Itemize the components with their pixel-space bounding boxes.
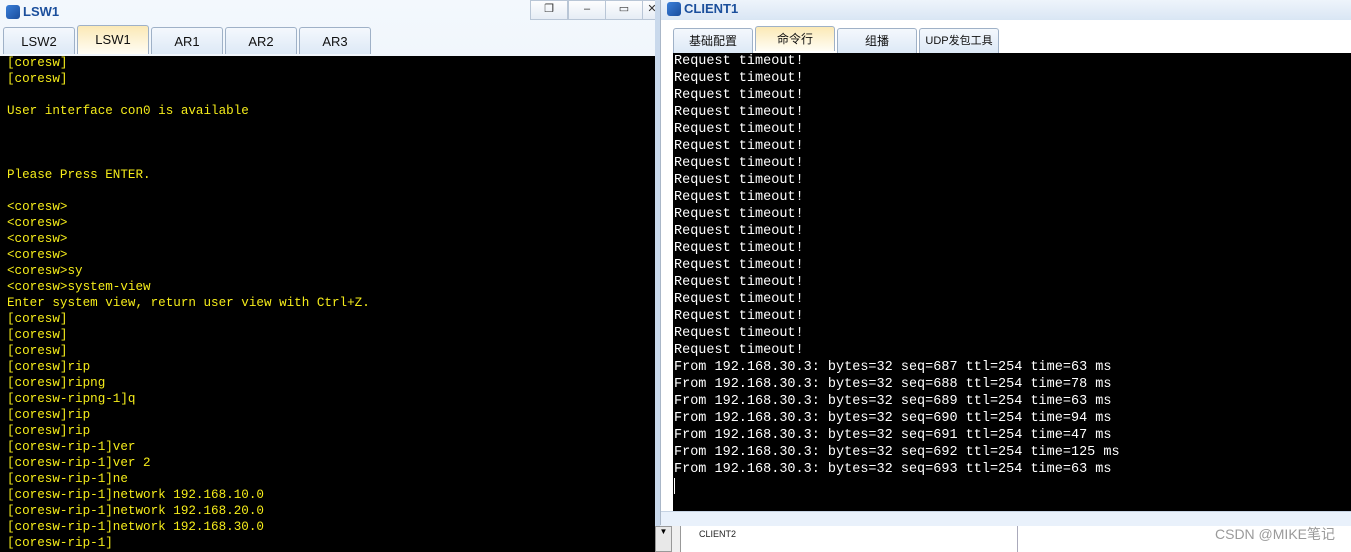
tab-3[interactable]: UDP发包工具 <box>919 28 999 53</box>
terminal-line: From 192.168.30.3: bytes=32 seq=687 ttl=… <box>674 360 1112 375</box>
restore-button[interactable]: ❐ <box>530 0 568 20</box>
tab-ar1[interactable]: AR1 <box>151 27 223 54</box>
terminal-line: From 192.168.30.3: bytes=32 seq=692 ttl=… <box>674 445 1120 460</box>
terminal-line: [coresw-rip-1]ver 2 <box>7 456 151 470</box>
device-tabs: LSW2 LSW1 AR1 AR2 AR3 <box>3 25 371 54</box>
terminal-line: Request timeout! <box>674 275 804 290</box>
terminal-line: Please Press ENTER. <box>7 168 151 182</box>
client-tabs: 基础配置 命令行 组播 UDP发包工具 <box>673 26 999 53</box>
app-icon <box>6 4 20 19</box>
terminal-line: From 192.168.30.3: bytes=32 seq=691 ttl=… <box>674 428 1112 443</box>
list-item[interactable]: CLIENT2 <box>681 529 1018 539</box>
terminal-line: Request timeout! <box>674 156 804 171</box>
terminal-line: Request timeout! <box>674 292 804 307</box>
minimize-button[interactable]: – <box>568 0 606 20</box>
terminal-line: From 192.168.30.3: bytes=32 seq=693 ttl=… <box>674 462 1112 477</box>
terminal-line: [coresw] <box>7 312 68 326</box>
terminal-line: <coresw> <box>7 200 68 214</box>
scrollbar-down-button[interactable]: ▼ <box>655 526 672 552</box>
terminal-line: [coresw-ripng-1]q <box>7 392 136 406</box>
terminal-line: Request timeout! <box>674 343 804 358</box>
terminal-line: <coresw> <box>7 248 68 262</box>
terminal-line: [coresw]rip <box>7 424 91 438</box>
terminal-line: <coresw>system-view <box>7 280 151 294</box>
terminal-line: <coresw> <box>7 232 68 246</box>
terminal-line: [coresw-rip-1] <box>7 536 113 550</box>
tab-ar2[interactable]: AR2 <box>225 27 297 54</box>
terminal-line: From 192.168.30.3: bytes=32 seq=690 ttl=… <box>674 411 1112 426</box>
watermark: CSDN @MIKE笔记 <box>1215 526 1335 542</box>
terminal-line: Request timeout! <box>674 309 804 324</box>
lsw1-terminal[interactable]: [coresw] [coresw] User interface con0 is a… <box>0 56 655 552</box>
client1-window: CLIENT1 基础配置 命令行 组播 UDP发包工具 Request timeout… <box>660 0 1351 526</box>
tab-2[interactable]: 组播 <box>837 28 917 53</box>
title-text: LSW1 <box>23 4 60 19</box>
terminal-line: User interface con0 is available <box>7 104 249 118</box>
terminal-line: <coresw>sy <box>7 264 83 278</box>
terminal-line: Request timeout! <box>674 207 804 222</box>
terminal-line: [coresw-rip-1]ver <box>7 440 136 454</box>
terminal-line: [coresw-rip-1]network 192.168.30.0 <box>7 520 264 534</box>
tab-lsw2[interactable]: LSW2 <box>3 27 75 54</box>
terminal-line: [coresw] <box>7 56 68 70</box>
terminal-line: Request timeout! <box>674 71 804 86</box>
terminal-line: Request timeout! <box>674 173 804 188</box>
tab-1[interactable]: 命令行 <box>755 26 835 51</box>
terminal-line: [coresw]ripng <box>7 376 106 390</box>
title-bar: CLIENT1 <box>661 0 1351 20</box>
terminal-line: [coresw] <box>7 344 68 358</box>
tab-lsw1[interactable]: LSW1 <box>77 25 149 54</box>
tab-0[interactable]: 基础配置 <box>673 28 753 53</box>
title-text: CLIENT1 <box>684 1 739 16</box>
tab-ar3[interactable]: AR3 <box>299 27 371 54</box>
window-title: LSW1 <box>6 4 59 19</box>
terminal-line: Request timeout! <box>674 326 804 341</box>
terminal-line: [coresw]rip <box>7 408 91 422</box>
terminal-line: [coresw-rip-1]network 192.168.10.0 <box>7 488 264 502</box>
terminal-line: [coresw-rip-1]ne <box>7 472 128 486</box>
terminal-line: [coresw] <box>7 328 68 342</box>
terminal-line: [coresw-rip-1]network 192.168.20.0 <box>7 504 264 518</box>
window-title: CLIENT1 <box>667 1 738 16</box>
text-cursor <box>674 478 675 494</box>
terminal-line: From 192.168.30.3: bytes=32 seq=689 ttl=… <box>674 394 1112 409</box>
device-list-panel: CLIENT2 CSDN @MIKE笔记 <box>672 526 1351 552</box>
terminal-line: Enter system view, return user view with… <box>7 296 370 310</box>
terminal-line: From 192.168.30.3: bytes=32 seq=688 ttl=… <box>674 377 1112 392</box>
maximize-button[interactable]: ▭ <box>605 0 643 20</box>
terminal-line: Request timeout! <box>674 105 804 120</box>
terminal-line: Request timeout! <box>674 122 804 137</box>
client1-terminal[interactable]: Request timeout! Request timeout! Request … <box>673 53 1351 511</box>
terminal-line: Request timeout! <box>674 241 804 256</box>
device-list[interactable]: CLIENT2 <box>680 526 1018 552</box>
terminal-line: [coresw] <box>7 72 68 86</box>
terminal-line: <coresw> <box>7 216 68 230</box>
terminal-line: Request timeout! <box>674 139 804 154</box>
lsw1-window: LSW1 ❐ – ▭ ✕ LSW2 LSW1 AR1 AR2 AR3 [coresw][… <box>0 0 662 552</box>
app-icon <box>667 1 681 16</box>
terminal-line: Request timeout! <box>674 54 804 69</box>
terminal-line: Request timeout! <box>674 224 804 239</box>
terminal-line: [coresw]rip <box>7 360 91 374</box>
terminal-line: Request timeout! <box>674 258 804 273</box>
terminal-line: Request timeout! <box>674 88 804 103</box>
terminal-line: Request timeout! <box>674 190 804 205</box>
